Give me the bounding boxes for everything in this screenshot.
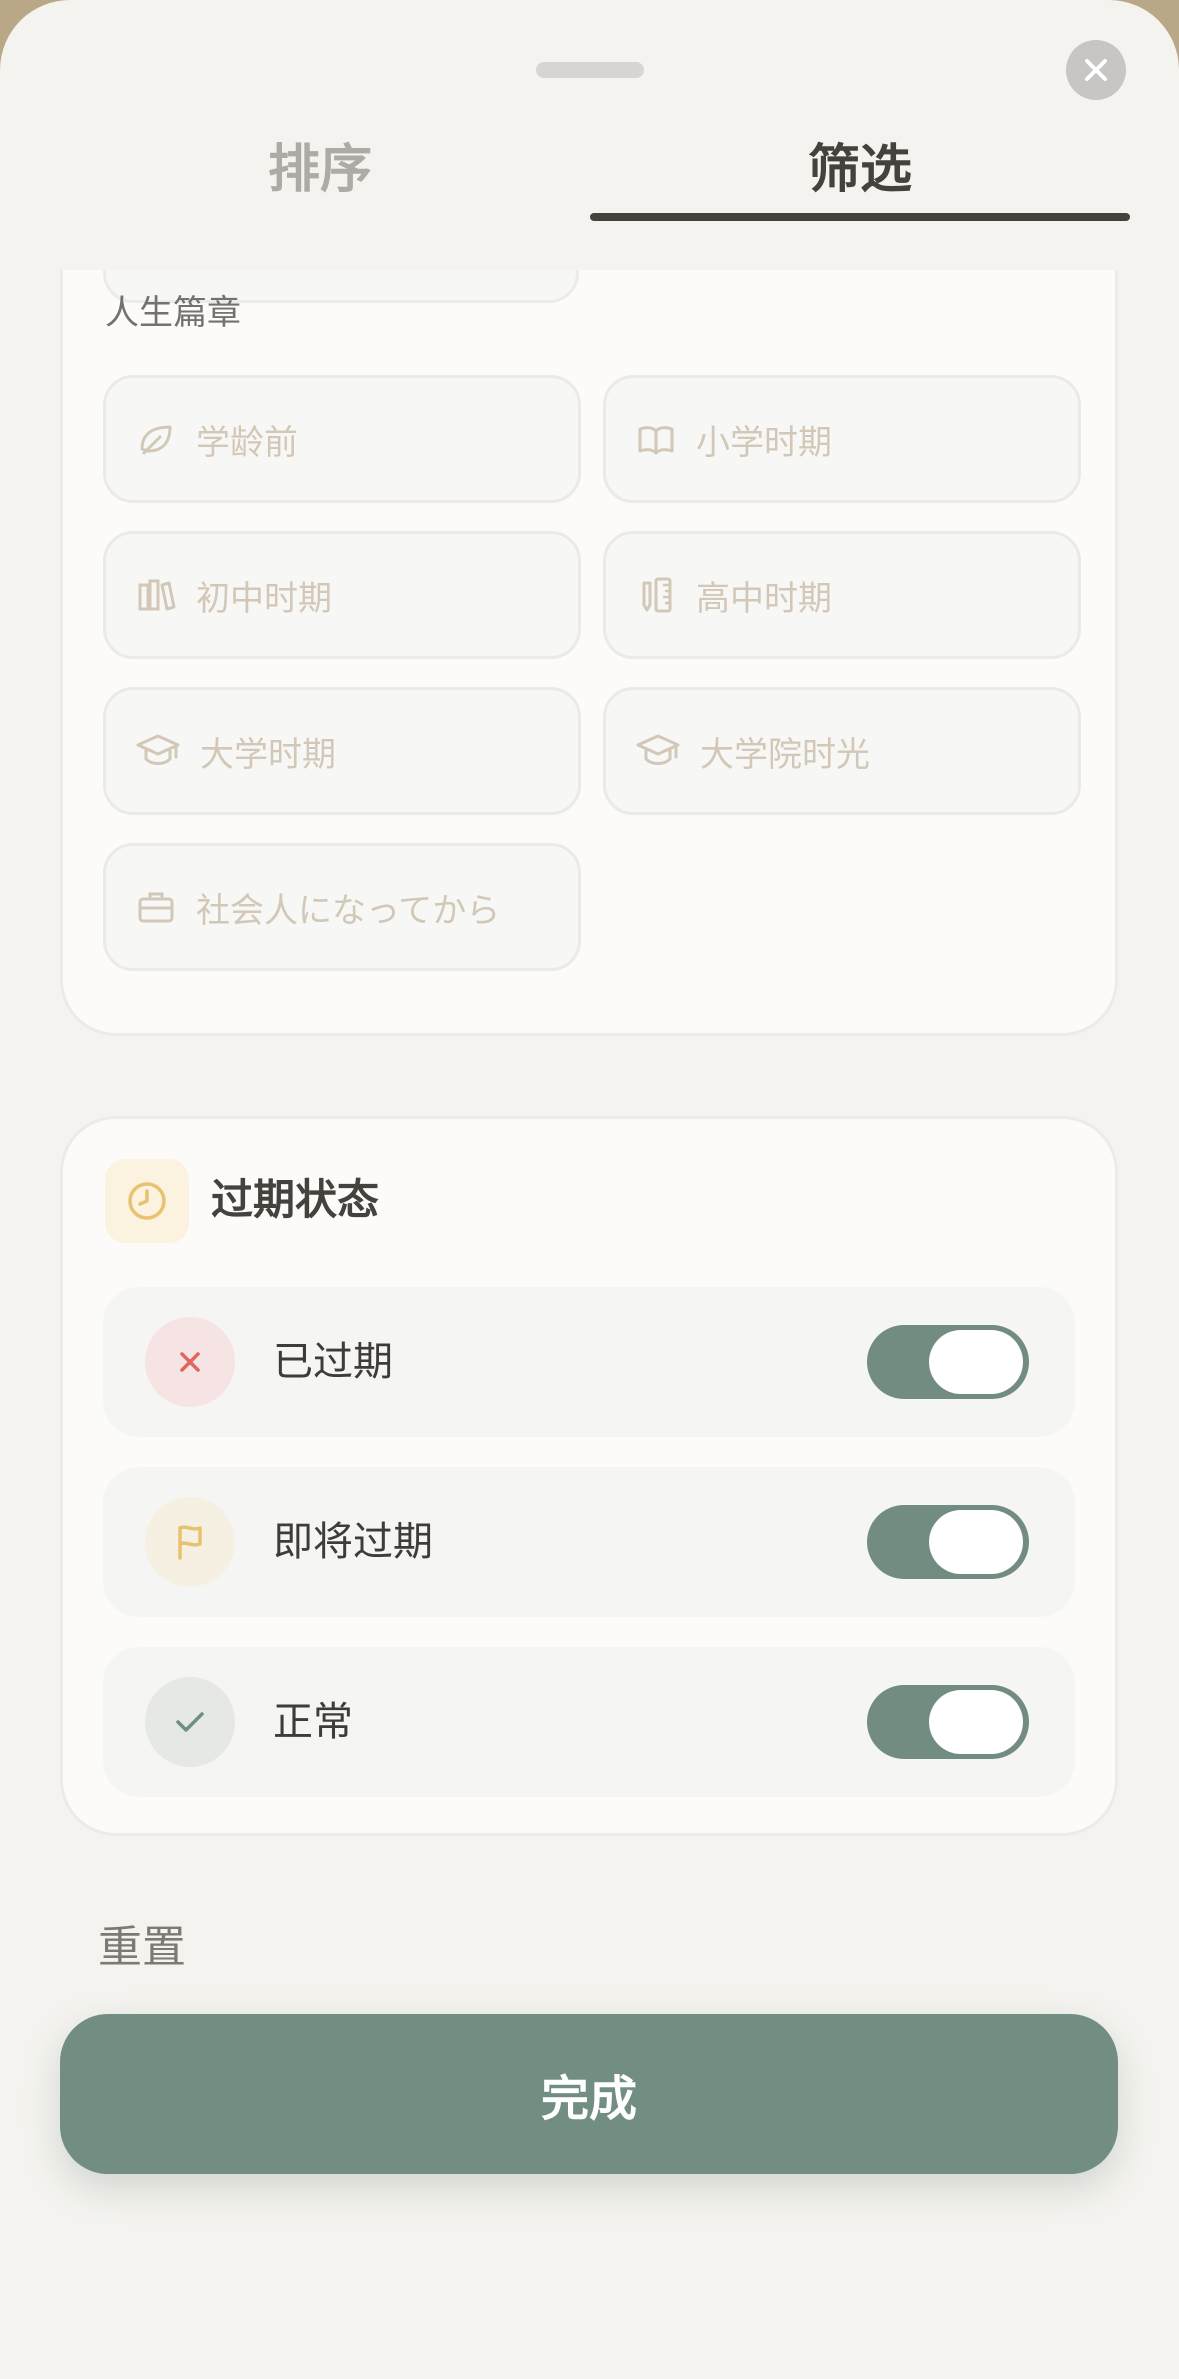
close-button[interactable] [1066,40,1126,100]
chip-label: 学龄前 [196,422,298,463]
graduation-cap-icon [636,734,680,765]
expiry-icon-badge [105,1159,189,1243]
graduation-cap-icon [136,734,180,765]
flag-icon [178,1525,202,1560]
chapter-chip-preschool[interactable]: 学龄前 [103,375,581,503]
chapters-card: 人生篇章 学龄前 小学时期 初中时期 高中时期 大学时期 大学院时光 社会人にな… [60,270,1118,1036]
close-icon [1085,59,1107,81]
expiry-title: 过期状态 [211,1175,380,1224]
expiry-row-expiring-soon[interactable]: 即将过期 [103,1467,1075,1617]
check-icon [176,1712,204,1732]
reset-button[interactable]: 重置 [98,1916,186,1980]
active-tab-indicator [590,213,1130,221]
expiry-status-card: 过期状态 已过期 即将过期 正常 [60,1116,1118,1836]
chapter-chip-high-school[interactable]: 高中时期 [603,531,1081,659]
clock-icon [128,1182,166,1220]
normal-icon-badge [145,1677,235,1767]
expiry-row-normal[interactable]: 正常 [103,1647,1075,1797]
book-open-icon [638,426,674,455]
pencil-ruler-icon [642,577,672,613]
chip-label: 小学时期 [696,422,832,463]
filter-sheet: 排序 筛选 人生篇章 学龄前 小学时期 初中时期 高中时期 大学时期 大学院时光… [0,0,1179,2379]
expiry-row-expired[interactable]: 已过期 [103,1287,1075,1437]
books-icon [138,579,176,611]
chapter-chip-university[interactable]: 大学时期 [103,687,581,815]
toggle-knob [929,1510,1023,1574]
chapter-chip-working-adult[interactable]: 社会人になってから [103,843,581,971]
normal-toggle[interactable] [867,1685,1029,1759]
chip-label: 高中时期 [696,578,832,619]
chapter-chip-graduate-school[interactable]: 大学院时光 [603,687,1081,815]
sheet-grabber[interactable] [536,62,644,78]
done-button[interactable]: 完成 [60,2014,1118,2174]
expired-toggle[interactable] [867,1325,1029,1399]
chip-label: 初中时期 [196,578,332,619]
chapter-chip-junior-high[interactable]: 初中时期 [103,531,581,659]
chip-label: 大学时期 [200,734,336,775]
row-label: 正常 [273,1699,353,1745]
briefcase-icon [138,892,174,923]
tab-sort[interactable]: 排序 [50,112,590,216]
expiring-icon-badge [145,1497,235,1587]
chip-label: 大学院时光 [700,734,870,775]
row-label: 已过期 [273,1339,393,1385]
expiring-soon-toggle[interactable] [867,1505,1029,1579]
x-icon [180,1352,200,1372]
chapters-title: 人生篇章 [105,293,241,333]
tab-filter[interactable]: 筛选 [590,112,1130,216]
toggle-knob [929,1330,1023,1394]
row-label: 即将过期 [273,1519,433,1565]
filter-scroll-area[interactable]: 人生篇章 学龄前 小学时期 初中时期 高中时期 大学时期 大学院时光 社会人にな… [0,270,1179,1070]
leaf-icon [140,425,172,455]
chip-label: 社会人になってから [196,890,501,931]
toggle-knob [929,1690,1023,1754]
expired-icon-badge [145,1317,235,1407]
chapter-chip-elementary[interactable]: 小学时期 [603,375,1081,503]
